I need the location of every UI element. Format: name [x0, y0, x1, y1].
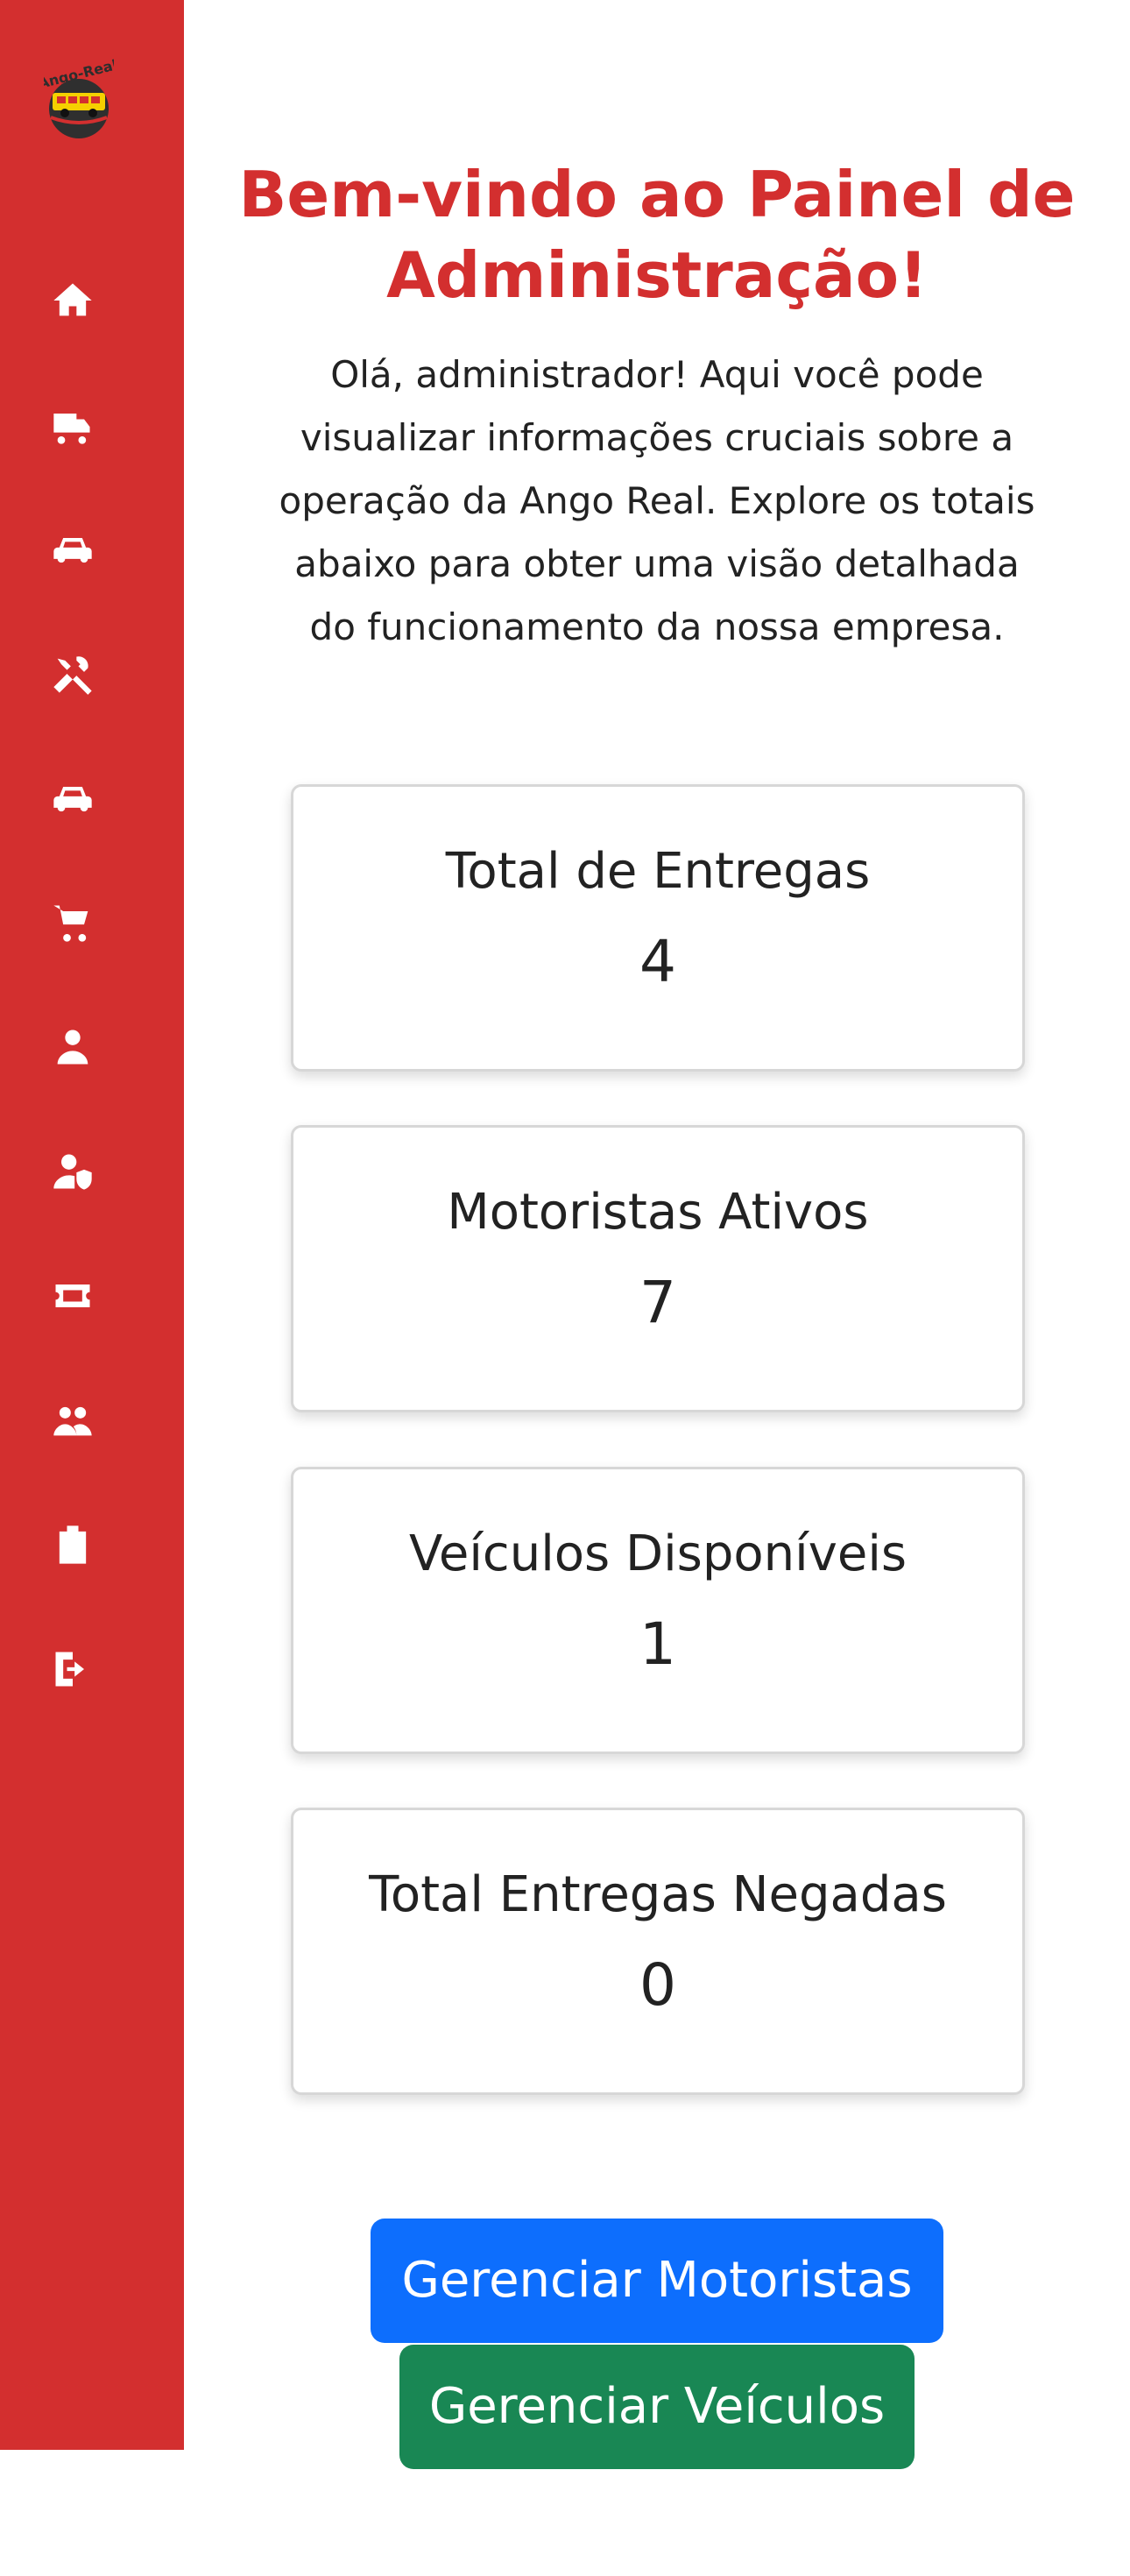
sidebar-item-logout[interactable]: [44, 1640, 102, 1698]
sidebar-item-maintenance[interactable]: [44, 645, 102, 703]
stat-card-available-vehicles: Veículos Disponíveis 1: [291, 1467, 1025, 1754]
user-shield-icon: [53, 1154, 92, 1190]
home-icon: [53, 283, 92, 316]
sidebar-item-fleet[interactable]: [44, 769, 102, 827]
stat-label: Total Entregas Negadas: [369, 1866, 947, 1923]
stat-label: Veículos Disponíveis: [408, 1525, 908, 1582]
ticket-icon: [55, 1284, 90, 1307]
sidebar-item-vehicles[interactable]: [44, 520, 102, 578]
sidebar-item-home[interactable]: [44, 272, 102, 329]
manage-vehicles-button[interactable]: Gerenciar Veículos: [399, 2345, 915, 2469]
page-title: Bem-vindo ao Painel de Administração!: [238, 158, 1076, 313]
stat-card-denied-deliveries: Total Entregas Negadas 0: [291, 1808, 1025, 2095]
users-icon: [53, 1406, 92, 1436]
manage-drivers-button[interactable]: Gerenciar Motoristas: [371, 2219, 943, 2343]
stat-value: 1: [639, 1610, 676, 1678]
car-icon: [53, 538, 92, 563]
stat-value: 4: [639, 928, 676, 995]
intro-text: Olá, administrador! Aqui você pode visua…: [279, 353, 1035, 648]
stat-label: Motoristas Ativos: [447, 1184, 869, 1241]
stat-value: 7: [639, 1269, 676, 1336]
sidebar-item-tickets[interactable]: [44, 1267, 102, 1325]
clipboard-list-icon: [59, 1525, 87, 1564]
tools-icon: [53, 656, 92, 695]
stat-value: 0: [639, 1951, 676, 2019]
sidebar: Ango-Real: [0, 0, 184, 2450]
logout-icon: [55, 1652, 84, 1687]
sidebar-item-users[interactable]: [44, 1018, 102, 1076]
sidebar-item-teams[interactable]: [44, 1391, 102, 1449]
cart-icon: [53, 905, 88, 942]
car-icon: [53, 787, 92, 812]
sidebar-item-orders[interactable]: [44, 894, 102, 952]
stat-card-active-drivers: Motoristas Ativos 7: [291, 1125, 1025, 1412]
stat-card-total-deliveries: Total de Entregas 4: [291, 784, 1025, 1072]
stat-label: Total de Entregas: [445, 843, 871, 900]
sidebar-item-reports[interactable]: [44, 1516, 102, 1574]
truck-icon: [53, 414, 90, 444]
sidebar-item-admins[interactable]: [44, 1143, 102, 1200]
sidebar-item-deliveries[interactable]: [44, 396, 102, 454]
ango-real-logo[interactable]: Ango-Real: [37, 54, 119, 142]
user-icon: [57, 1030, 88, 1065]
main-content: Bem-vindo ao Painel de Administração! Ol…: [184, 0, 1130, 2576]
